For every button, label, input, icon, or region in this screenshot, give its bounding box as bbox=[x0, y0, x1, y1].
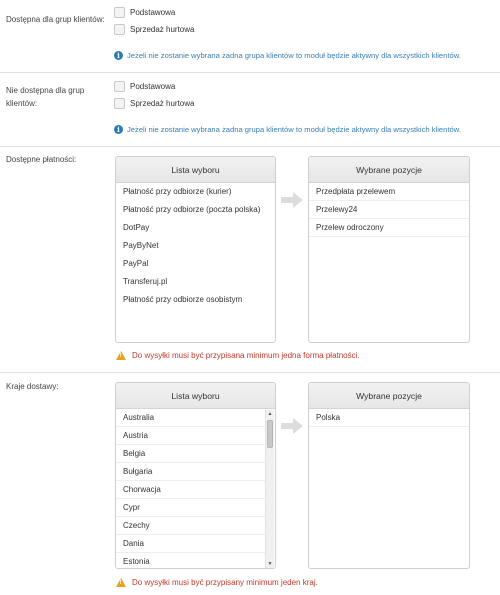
payments-choice-list[interactable]: Lista wyboru Płatność przy odbiorze (kur… bbox=[115, 156, 276, 343]
groups-available-label: Dostępna dla grup klientów: bbox=[6, 15, 105, 24]
checkbox[interactable] bbox=[114, 6, 125, 18]
payments-label: Dostępne płatności: bbox=[6, 155, 77, 164]
selected-header: Wybrane pozycje bbox=[309, 157, 469, 183]
payment-option[interactable]: Płatność przy odbiorze (poczta polska) bbox=[116, 201, 275, 219]
groups-unavailable-option-wholesale[interactable]: Sprzedaż hurtowa bbox=[114, 97, 194, 109]
divider bbox=[0, 146, 500, 147]
arrow-right-icon bbox=[281, 192, 303, 208]
info-text: Jeżeli nie zostanie wybrana żadna grupa … bbox=[127, 125, 461, 134]
payment-option[interactable]: Transferuj.pl bbox=[116, 273, 275, 291]
groups-available-option-wholesale[interactable]: Sprzedaż hurtowa bbox=[114, 23, 194, 35]
groups-unavailable-info: i Jeżeli nie zostanie wybrana żadna grup… bbox=[114, 125, 461, 134]
warning-text: Do wysyłki musi być przypisany minimum j… bbox=[132, 578, 318, 587]
selected-country[interactable]: Polska bbox=[309, 409, 469, 427]
groups-unavailable-option-basic[interactable]: Podstawowa bbox=[114, 80, 175, 92]
checkbox-label: Podstawowa bbox=[130, 7, 176, 17]
divider bbox=[0, 372, 500, 373]
arrow-right-icon bbox=[281, 418, 303, 434]
warning-icon: ! bbox=[116, 578, 126, 587]
selected-payment[interactable]: Przedpłata przelewem bbox=[309, 183, 469, 201]
selected-payment[interactable]: Przelew odroczony bbox=[309, 219, 469, 237]
country-option[interactable]: Estonia bbox=[116, 553, 265, 568]
country-option[interactable]: Dania bbox=[116, 535, 265, 553]
checkbox-label: Sprzedaż hurtowa bbox=[130, 24, 195, 34]
info-icon: i bbox=[114, 125, 123, 134]
groups-available-info: i Jeżeli nie zostanie wybrana żadna grup… bbox=[114, 51, 461, 60]
countries-choice-list[interactable]: Lista wyboru Australia Austria Belgia Bułga… bbox=[115, 382, 276, 569]
checkbox-label: Sprzedaż hurtowa bbox=[130, 98, 195, 108]
divider bbox=[0, 72, 500, 73]
country-option[interactable]: Austria bbox=[116, 427, 265, 445]
checkbox[interactable] bbox=[114, 80, 125, 92]
payments-warning: ! Do wysyłki musi być przypisana minimum… bbox=[116, 351, 360, 360]
country-option[interactable]: Bułgaria bbox=[116, 463, 265, 481]
payment-option[interactable]: PayPal bbox=[116, 255, 275, 273]
checkbox[interactable] bbox=[114, 23, 125, 35]
groups-available-option-basic[interactable]: Podstawowa bbox=[114, 6, 175, 18]
scrollbar[interactable]: ▲ ▼ bbox=[265, 410, 274, 568]
payment-option[interactable]: DotPay bbox=[116, 219, 275, 237]
warning-text: Do wysyłki musi być przypisana minimum j… bbox=[132, 351, 360, 360]
country-option[interactable]: Belgia bbox=[116, 445, 265, 463]
scroll-up-icon[interactable]: ▲ bbox=[266, 410, 274, 418]
list-header: Lista wyboru bbox=[116, 157, 275, 183]
country-option[interactable]: Cypr bbox=[116, 499, 265, 517]
payments-selected-list[interactable]: Wybrane pozycje Przedpłata przelewem Prze… bbox=[308, 156, 470, 343]
payment-option[interactable]: Płatność przy odbiorze (kurier) bbox=[116, 183, 275, 201]
selected-payment[interactable]: Przelewy24 bbox=[309, 201, 469, 219]
scrollbar-thumb[interactable] bbox=[267, 420, 273, 448]
checkbox-label: Podstawowa bbox=[130, 81, 176, 91]
countries-warning: ! Do wysyłki musi być przypisany minimum… bbox=[116, 578, 318, 587]
selected-header: Wybrane pozycje bbox=[309, 383, 469, 409]
country-option[interactable]: Australia bbox=[116, 409, 265, 427]
countries-selected-list[interactable]: Wybrane pozycje Polska bbox=[308, 382, 470, 569]
info-text: Jeżeli nie zostanie wybrana żadna grupa … bbox=[127, 51, 461, 60]
countries-label: Kraje dostawy: bbox=[6, 382, 59, 391]
payment-option[interactable]: PayByNet bbox=[116, 237, 275, 255]
checkbox[interactable] bbox=[114, 97, 125, 109]
info-icon: i bbox=[114, 51, 123, 60]
list-header: Lista wyboru bbox=[116, 383, 275, 409]
scroll-down-icon[interactable]: ▼ bbox=[266, 560, 274, 568]
country-option[interactable]: Czechy bbox=[116, 517, 265, 535]
groups-unavailable-label: Nie dostępna dla grup klientów: bbox=[6, 86, 85, 108]
country-option[interactable]: Chorwacja bbox=[116, 481, 265, 499]
payment-option[interactable]: Płatność przy odbiorze osobistym bbox=[116, 291, 275, 309]
warning-icon: ! bbox=[116, 351, 126, 360]
